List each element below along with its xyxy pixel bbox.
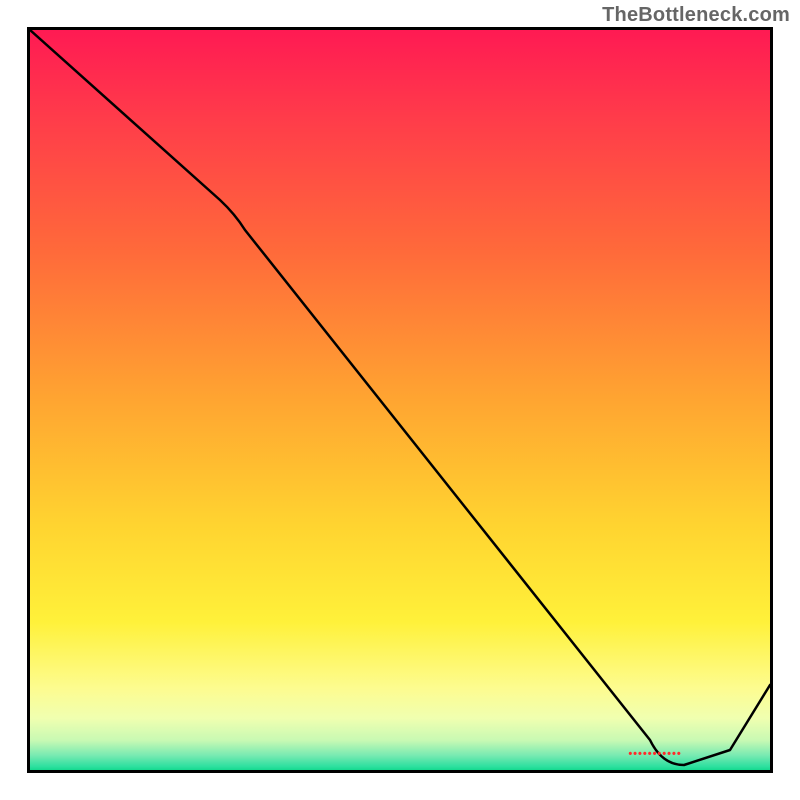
chart-canvas: TheBottleneck.com ••••••••••• xyxy=(0,0,800,800)
optimal-marker: ••••••••••• xyxy=(628,748,681,760)
bottleneck-curve xyxy=(30,30,770,770)
watermark-text: TheBottleneck.com xyxy=(602,4,790,27)
plot-area: ••••••••••• xyxy=(27,27,773,773)
